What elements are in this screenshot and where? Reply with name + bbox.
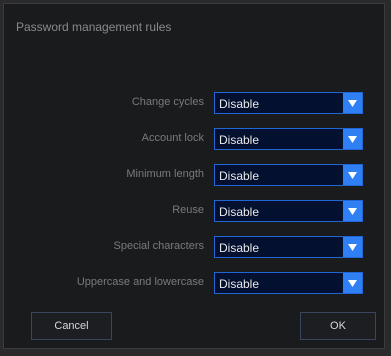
cancel-button[interactable]: Cancel [31,312,112,340]
rule-row-special-characters: Special characters Disable [4,236,386,260]
reuse-select[interactable]: Disable [214,200,363,222]
password-rules-dialog: Password management rules Change cycles … [3,3,385,349]
special-characters-label: Special characters [113,240,205,252]
minimum-length-value: Disable [219,169,260,183]
chevron-down-icon[interactable] [343,237,362,257]
rule-row-minimum-length: Minimum length Disable [4,164,386,188]
minimum-length-label: Minimum length [126,168,204,180]
chevron-down-icon[interactable] [343,165,362,185]
ok-button[interactable]: OK [300,312,376,340]
change-cycles-select[interactable]: Disable [214,92,363,114]
uppercase-lowercase-label: Uppercase and lowercase [76,276,204,288]
rule-row-uppercase-lowercase: Uppercase and lowercase Disable [4,272,386,296]
uppercase-lowercase-value: Disable [219,277,260,291]
chevron-down-icon[interactable] [343,201,362,221]
change-cycles-value: Disable [219,97,260,111]
special-characters-value: Disable [219,241,260,255]
account-lock-label: Account lock [141,132,204,144]
minimum-length-select[interactable]: Disable [214,164,363,186]
uppercase-lowercase-select[interactable]: Disable [214,272,363,294]
rule-row-change-cycles: Change cycles Disable [4,92,386,116]
special-characters-select[interactable]: Disable [214,236,363,258]
chevron-down-icon[interactable] [343,93,362,113]
reuse-label: Reuse [172,204,204,216]
account-lock-value: Disable [219,133,260,147]
dialog-title: Password management rules [16,20,172,34]
chevron-down-icon[interactable] [343,129,362,149]
chevron-down-icon[interactable] [343,273,362,293]
rule-row-account-lock-inner: Account lock Disable [4,128,386,152]
rule-row-reuse: Reuse Disable [4,200,386,224]
reuse-value: Disable [219,205,260,219]
account-lock-select[interactable]: Disable [214,128,363,150]
change-cycles-label: Change cycles [131,96,204,108]
